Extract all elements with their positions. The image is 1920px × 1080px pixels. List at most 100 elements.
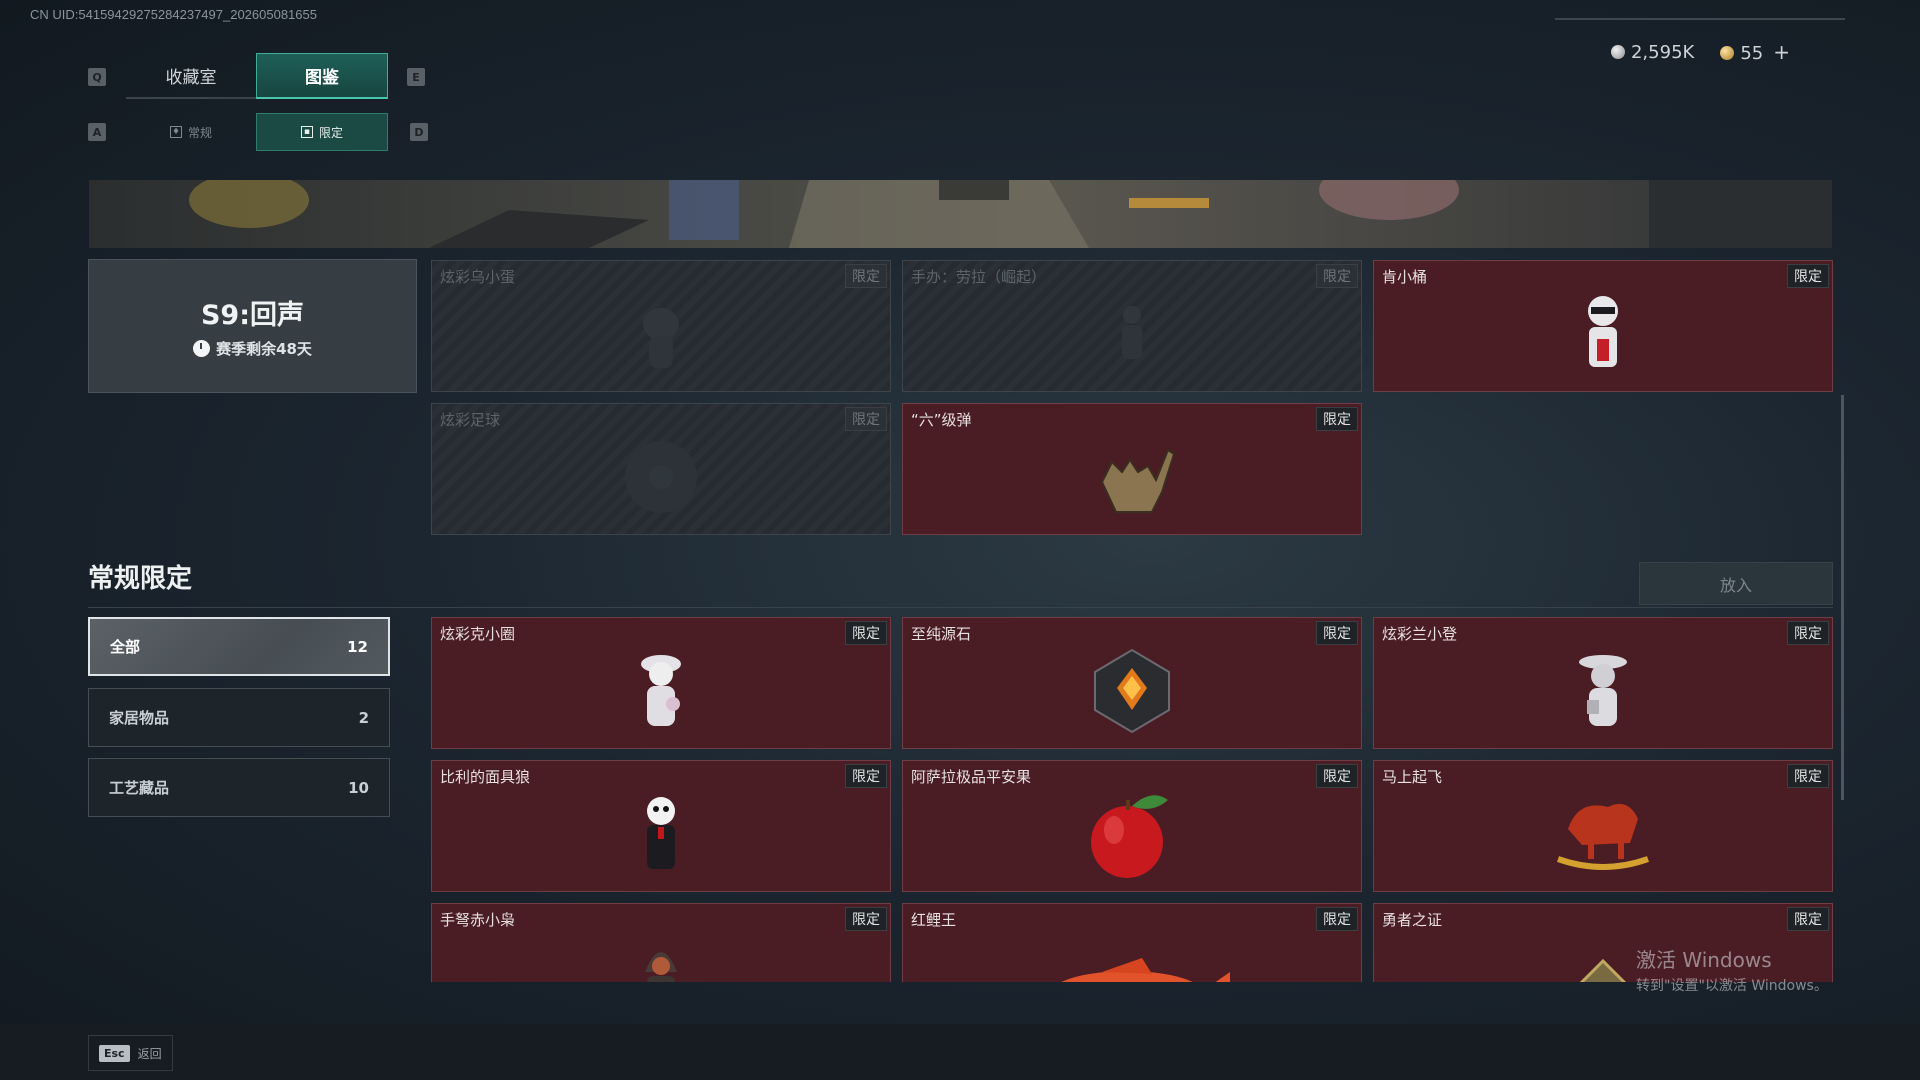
season-item-card[interactable]: “六”级弹 限定 xyxy=(902,403,1362,535)
gold-currency: 55 + xyxy=(1720,40,1790,64)
windows-activation-watermark: 激活 Windows 转到"设置"以激活 Windows。 xyxy=(1636,944,1828,995)
item-name: 阿萨拉极品平安果 xyxy=(911,768,1032,786)
main-tabs: 收藏室 图鉴 xyxy=(126,53,388,99)
filter-count: 2 xyxy=(358,708,369,727)
collection-item-card[interactable]: 炫彩克小圈 限定 xyxy=(431,617,891,749)
currency-bar: 2,595K 55 + xyxy=(1610,40,1790,64)
limited-badge: 限定 xyxy=(1787,907,1829,931)
item-name: 炫彩克小圈 xyxy=(440,625,516,643)
collection-item-card[interactable]: 炫彩兰小登 限定 xyxy=(1373,617,1833,749)
item-name: 比利的面具狼 xyxy=(440,768,531,786)
season-remaining-text: 赛季剩余48天 xyxy=(216,340,312,358)
item-name: 炫彩足球 xyxy=(440,411,501,429)
rocking-horse-icon xyxy=(1556,803,1650,870)
filter-crafts[interactable]: 工艺藏品 10 xyxy=(88,758,390,817)
key-hint-left-subtab: A xyxy=(88,123,106,141)
silver-currency: 2,595K xyxy=(1610,41,1695,63)
collection-item-card[interactable]: 马上起飞 限定 xyxy=(1373,760,1833,892)
subtab-regular[interactable]: ♦ 常规 xyxy=(126,113,256,151)
filter-label: 家居物品 xyxy=(109,709,170,727)
section-title: 常规限定 xyxy=(88,564,193,594)
collection-item-card[interactable]: 比利的面具狼 限定 xyxy=(431,760,891,892)
collection-item-card[interactable]: 手弩赤小枭 限定 xyxy=(431,903,891,982)
carp-icon xyxy=(1061,958,1230,982)
season-item-card[interactable]: 手办：劳拉（崛起） 限定 xyxy=(902,260,1362,392)
silver-coin-icon xyxy=(1610,44,1625,59)
footer-bar xyxy=(0,1024,1920,1080)
gold-coin-icon xyxy=(1720,46,1735,60)
limited-badge: 限定 xyxy=(1316,907,1358,931)
item-name: “六”级弹 xyxy=(911,411,972,429)
back-label: 返回 xyxy=(137,1046,162,1061)
collection-item-card[interactable]: 红鲤王 限定 xyxy=(902,903,1362,982)
top-divider xyxy=(1555,18,1845,20)
silver-amount: 2,595K xyxy=(1630,41,1695,63)
limited-badge: 限定 xyxy=(1787,621,1829,645)
filter-count: 10 xyxy=(348,778,369,797)
clock-icon xyxy=(193,340,211,357)
regular-icon: ♦ xyxy=(169,126,182,138)
key-hint-right-tab: E xyxy=(407,68,425,86)
put-in-button[interactable]: 放入 xyxy=(1639,562,1833,605)
filter-label: 工艺藏品 xyxy=(109,779,170,797)
add-currency-button[interactable]: + xyxy=(1773,40,1790,64)
sombrero-figure-icon xyxy=(1579,654,1627,726)
subtab-limited[interactable]: ▪ 限定 xyxy=(256,113,388,151)
apple-icon xyxy=(1091,794,1168,878)
filter-all[interactable]: 全部 12 xyxy=(88,617,390,676)
hand-sign-icon xyxy=(1100,448,1176,513)
girl-figure-icon xyxy=(641,654,681,726)
watermark-line1: 激活 Windows xyxy=(1636,948,1772,972)
limited-badge: 限定 xyxy=(845,264,887,288)
figure-icon xyxy=(1122,305,1142,359)
item-name: 至纯源石 xyxy=(911,625,972,643)
item-name: 肯小桶 xyxy=(1382,268,1428,286)
filter-home-items[interactable]: 家居物品 2 xyxy=(88,688,390,747)
season-item-card[interactable]: 炫彩乌小蛋 限定 xyxy=(431,260,891,392)
tab-codex[interactable]: 图鉴 xyxy=(256,53,388,99)
item-name: 炫彩兰小登 xyxy=(1382,625,1458,643)
limited-badge: 限定 xyxy=(1316,264,1358,288)
watermark-line2: 转到"设置"以激活 Windows。 xyxy=(1636,978,1828,994)
item-name: 红鲤王 xyxy=(911,911,957,929)
season-item-card[interactable]: 肯小桶 限定 xyxy=(1373,260,1833,392)
limited-badge: 限定 xyxy=(845,907,887,931)
football-icon xyxy=(625,440,697,513)
esc-key-hint: Esc xyxy=(99,1044,130,1062)
key-hint-right-subtab: D xyxy=(410,123,428,141)
scrollbar[interactable] xyxy=(1841,395,1844,800)
key-hint-left-tab: Q xyxy=(88,68,106,86)
item-name: 马上起飞 xyxy=(1382,768,1443,786)
sub-tabs: ♦ 常规 ▪ 限定 xyxy=(126,113,388,151)
section-divider xyxy=(88,607,1833,608)
gold-amount: 55 xyxy=(1740,43,1764,64)
egg-figure-icon xyxy=(643,307,679,368)
collection-item-card[interactable]: 阿萨拉极品平安果 限定 xyxy=(902,760,1362,892)
limited-badge: 限定 xyxy=(1787,264,1829,288)
image-icon: ▪ xyxy=(300,126,313,138)
subtab-limited-label: 限定 xyxy=(318,125,343,140)
subtab-regular-label: 常规 xyxy=(187,125,212,140)
item-name: 炫彩乌小蛋 xyxy=(440,268,516,286)
season-title: S9:回声 xyxy=(200,300,305,331)
limited-badge: 限定 xyxy=(845,621,887,645)
crystal-icon xyxy=(1094,648,1170,733)
limited-badge: 限定 xyxy=(1787,764,1829,788)
limited-badge: 限定 xyxy=(845,764,887,788)
item-name: 手办：劳拉（崛起） xyxy=(911,268,1047,286)
limited-badge: 限定 xyxy=(1316,764,1358,788)
season-remaining: 赛季剩余48天 xyxy=(193,338,312,359)
limited-badge: 限定 xyxy=(1316,621,1358,645)
item-name: 勇者之证 xyxy=(1382,911,1443,929)
back-button[interactable]: Esc 返回 xyxy=(88,1035,173,1071)
colonel-figure-icon xyxy=(1588,295,1618,367)
season-banner xyxy=(89,180,1832,248)
tab-collection-room[interactable]: 收藏室 xyxy=(126,53,256,99)
limited-badge: 限定 xyxy=(845,407,887,431)
item-name: 手弩赤小枭 xyxy=(440,911,516,929)
user-uid: CN UID:541594292752842374​97_20260508165… xyxy=(30,7,317,22)
banner-art xyxy=(189,180,1832,248)
season-item-card[interactable]: 炫彩足球 限定 xyxy=(431,403,891,535)
collection-item-card[interactable]: 至纯源石 限定 xyxy=(902,617,1362,749)
limited-badge: 限定 xyxy=(1316,407,1358,431)
